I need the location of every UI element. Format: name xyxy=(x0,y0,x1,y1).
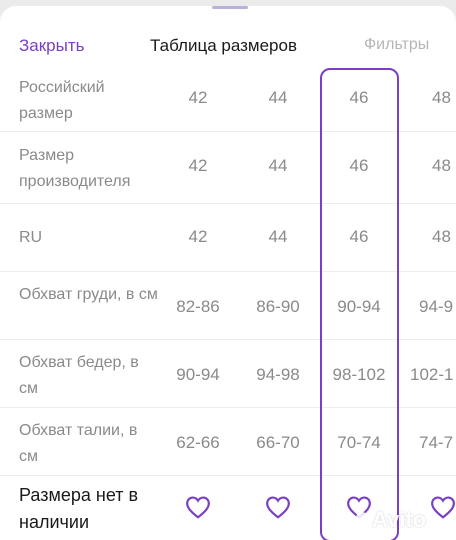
table-cell: 44 xyxy=(268,227,288,246)
row-label: Российский размер xyxy=(19,79,105,122)
table-cell: 42 xyxy=(188,227,208,246)
table-cell: 42 xyxy=(188,156,208,175)
table-cell: 94-9 xyxy=(419,297,454,316)
table-cell: 90-94 xyxy=(337,297,381,316)
row-label: Обхват бедер, в см xyxy=(19,354,139,397)
table-cell: 82-86 xyxy=(176,297,220,316)
table-cell: 62-66 xyxy=(176,433,220,452)
row-label: RU xyxy=(19,229,43,246)
avito-logo-icon xyxy=(349,512,368,532)
heart-icon[interactable] xyxy=(265,495,291,519)
table-row-chest: Обхват груди, в см 82-86 86-90 90-94 94-… xyxy=(0,272,456,340)
table-row-hips: Обхват бедер, в см 90-94 94-98 98-102 10… xyxy=(0,340,456,408)
page-title: Таблица размеров xyxy=(150,36,297,55)
table-cell: 48 xyxy=(432,88,451,107)
filters-button[interactable]: Фильтры xyxy=(364,36,429,54)
table-cell: 44 xyxy=(268,156,288,175)
sheet-grab-handle[interactable] xyxy=(212,6,248,9)
table-cell: 46 xyxy=(349,156,369,175)
table-row-russian-size: Российский размер 42 44 46 48 xyxy=(0,64,456,132)
watermark-text: Avito xyxy=(372,507,427,532)
header: Закрыть Таблица размеров Фильтры xyxy=(0,32,456,62)
table-cell: 86-90 xyxy=(256,297,300,316)
table-cell: 46 xyxy=(349,227,369,246)
table-cell: 94-98 xyxy=(256,365,300,384)
table-cell: 74-7 xyxy=(419,433,454,452)
row-label: Размер производителя xyxy=(19,147,131,190)
table-cell: 48 xyxy=(432,227,451,246)
table-cell: 102-1 xyxy=(410,365,454,384)
table-cell: 44 xyxy=(268,88,288,107)
row-label: Обхват груди, в см xyxy=(19,286,158,303)
availability-label: Размера нет в наличии xyxy=(19,485,139,532)
table-cell: 70-74 xyxy=(337,433,381,452)
table-row-manufacturer-size: Размер производителя 42 44 46 48 xyxy=(0,132,456,204)
size-chart-sheet: Закрыть Таблица размеров Фильтры Российс… xyxy=(0,6,456,540)
table-cell: 98-102 xyxy=(332,365,386,384)
table-row-ru: RU 42 44 46 48 xyxy=(0,204,456,272)
close-button[interactable]: Закрыть xyxy=(19,36,84,56)
table-cell: 66-70 xyxy=(256,433,300,452)
table-cell: 46 xyxy=(349,88,369,107)
table-row-waist: Обхват талии, в см 62-66 66-70 70-74 74-… xyxy=(0,408,456,476)
table-cell: 90-94 xyxy=(176,365,220,384)
row-label: Обхват талии, в см xyxy=(19,422,138,465)
table-cell: 48 xyxy=(432,156,451,175)
table-cell: 42 xyxy=(188,88,208,107)
heart-icon[interactable] xyxy=(185,495,211,519)
heart-icon[interactable] xyxy=(430,495,456,519)
avito-watermark: Avito xyxy=(348,507,426,533)
